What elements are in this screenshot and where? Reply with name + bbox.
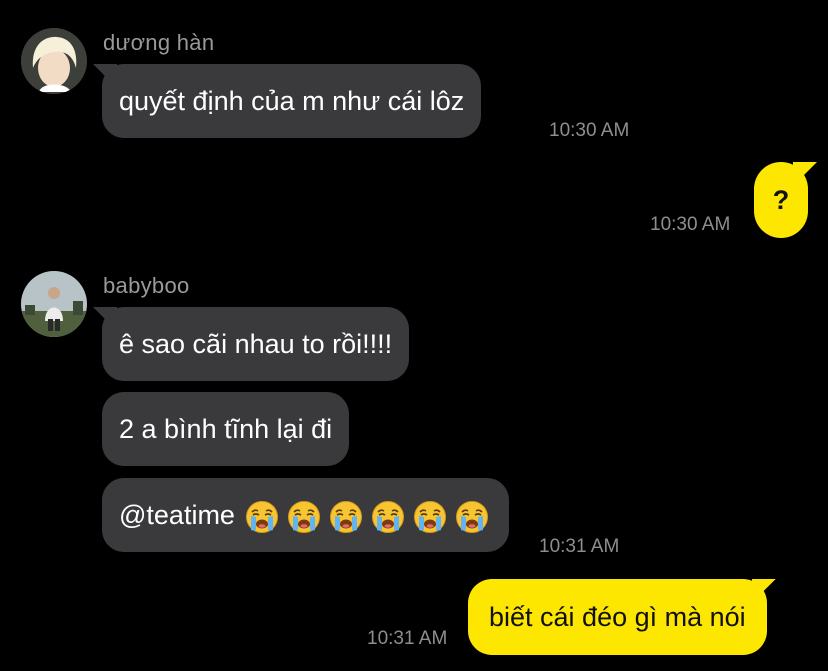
message-timestamp: 10:30 AM (549, 120, 630, 141)
message-timestamp: 10:31 AM (367, 628, 448, 649)
message-timestamp: 10:30 AM (650, 214, 731, 235)
avatar-babyboo[interactable] (21, 271, 87, 337)
message-text: quyết định của m như cái lôz (119, 86, 465, 116)
message-text: ê sao cãi nhau to rồi!!!! (119, 329, 393, 359)
message-bubble[interactable]: 2 a bình tĩnh lại đi (102, 392, 350, 466)
message-bubble[interactable]: ê sao cãi nhau to rồi!!!! (102, 307, 410, 381)
message-bubble[interactable]: quyết định của m như cái lôz (102, 64, 482, 138)
sender-name: dương hàn (103, 30, 215, 55)
my-message-bubble[interactable]: biết cái đéo gì mà nói (468, 579, 767, 655)
loudly-crying-face-icon (413, 500, 447, 534)
message-text: 2 a bình tĩnh lại đi (119, 414, 333, 444)
message-text: ? (772, 185, 790, 215)
message-text: biết cái đéo gì mà nói (489, 602, 746, 632)
loudly-crying-face-icon (371, 500, 405, 534)
loudly-crying-face-icon (329, 500, 363, 534)
loudly-crying-face-icon (287, 500, 321, 534)
sender-name: babyboo (103, 273, 190, 298)
loudly-crying-face-icon (245, 500, 279, 534)
message-bubble[interactable]: @teatime (102, 478, 509, 552)
emoji-row (235, 500, 489, 533)
message-text: @teatime (119, 500, 235, 530)
my-message-bubble[interactable]: ? (754, 162, 808, 238)
loudly-crying-face-icon (455, 500, 489, 534)
avatar-duong-han[interactable] (21, 28, 87, 94)
message-timestamp: 10:31 AM (539, 536, 620, 557)
